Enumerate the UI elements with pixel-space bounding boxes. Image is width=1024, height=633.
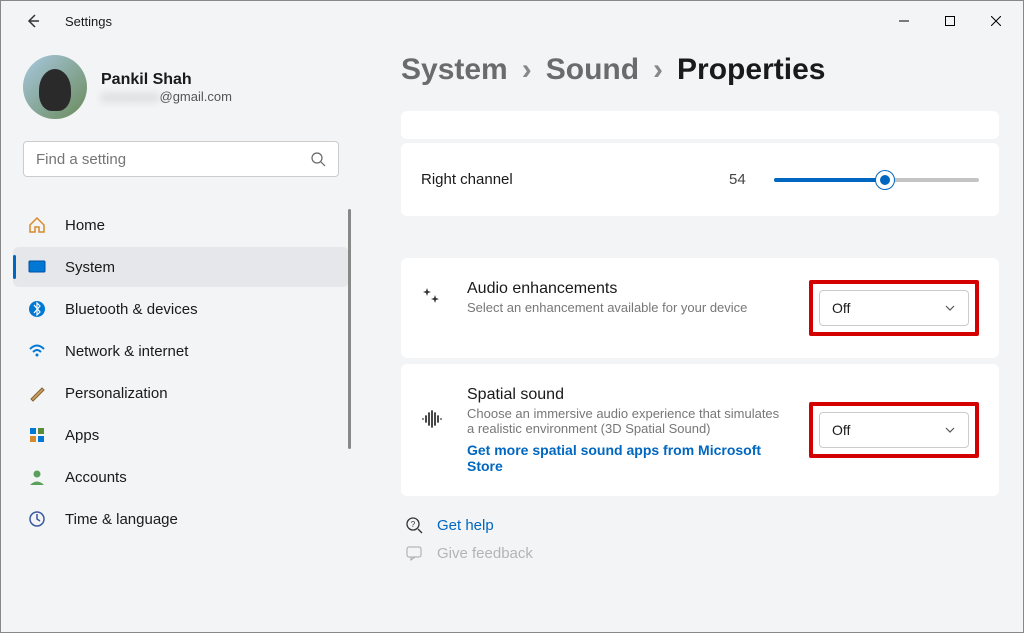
spatial-title: Spatial sound (467, 386, 787, 404)
avatar (23, 55, 87, 119)
nav-label: Time & language (65, 511, 178, 528)
nav-personalization[interactable]: Personalization (13, 373, 349, 413)
audio-enh-dropdown[interactable]: Off (819, 290, 969, 326)
channel-slider[interactable] (774, 178, 979, 182)
channel-card-top (401, 111, 999, 139)
clock-globe-icon (27, 509, 47, 529)
nav-apps[interactable]: Apps (13, 415, 349, 455)
window-title: Settings (65, 14, 112, 29)
maximize-icon (945, 16, 955, 26)
channel-label: Right channel (421, 171, 701, 188)
profile-name: Pankil Shah (101, 71, 232, 89)
channel-card: Right channel 54 (401, 143, 999, 216)
highlight-annotation: Off (809, 280, 979, 336)
give-feedback-link[interactable]: Give feedback (401, 538, 999, 568)
highlight-annotation: Off (809, 402, 979, 458)
nav: Home System Bluetooth & devices Network … (13, 205, 349, 539)
get-help-link[interactable]: ? Get help (401, 502, 999, 538)
help-label: Get help (437, 517, 494, 534)
apps-icon (27, 425, 47, 445)
spatial-desc: Choose an immersive audio experience tha… (467, 406, 787, 436)
breadcrumb-middle[interactable]: Sound (546, 53, 639, 87)
nav-label: System (65, 259, 115, 276)
audio-enh-title: Audio enhancements (467, 280, 787, 298)
search-input[interactable] (36, 151, 310, 168)
chevron-right-icon: › (522, 53, 532, 87)
nav-bluetooth[interactable]: Bluetooth & devices (13, 289, 349, 329)
chevron-down-icon (944, 302, 956, 314)
feedback-label: Give feedback (437, 545, 533, 562)
feedback-icon (405, 544, 423, 562)
profile-block[interactable]: Pankil Shah xxxxxxxxx@gmail.com (13, 41, 349, 141)
channel-value: 54 (729, 171, 746, 188)
bluetooth-icon (27, 299, 47, 319)
home-icon (27, 215, 47, 235)
breadcrumb-current: Properties (677, 53, 825, 87)
nav-label: Bluetooth & devices (65, 301, 198, 318)
chevron-right-icon: › (653, 53, 663, 87)
breadcrumb-root[interactable]: System (401, 53, 508, 87)
chevron-down-icon (944, 424, 956, 436)
nav-label: Network & internet (65, 343, 188, 360)
maximize-button[interactable] (927, 5, 973, 37)
back-button[interactable] (21, 9, 45, 33)
spatial-dropdown[interactable]: Off (819, 412, 969, 448)
titlebar: Settings (1, 1, 1023, 41)
minimize-button[interactable] (881, 5, 927, 37)
sidebar: Pankil Shah xxxxxxxxx@gmail.com Home Sys… (1, 41, 361, 632)
person-icon (27, 467, 47, 487)
search-icon (310, 151, 326, 167)
nav-label: Apps (65, 427, 99, 444)
system-icon (27, 257, 47, 277)
brush-icon (27, 383, 47, 403)
close-button[interactable] (973, 5, 1019, 37)
close-icon (991, 16, 1001, 26)
nav-home[interactable]: Home (13, 205, 349, 245)
right-channel-row: Right channel 54 (421, 161, 979, 198)
nav-time-language[interactable]: Time & language (13, 499, 349, 539)
profile-email: xxxxxxxxx@gmail.com (101, 89, 232, 104)
nav-label: Home (65, 217, 105, 234)
nav-accounts[interactable]: Accounts (13, 457, 349, 497)
help-icon: ? (405, 516, 423, 534)
dropdown-value: Off (832, 422, 850, 438)
nav-network[interactable]: Network & internet (13, 331, 349, 371)
nav-system[interactable]: System (13, 247, 349, 287)
spatial-sound-card: Spatial sound Choose an immersive audio … (401, 364, 999, 496)
arrow-left-icon (25, 13, 41, 29)
wifi-icon (27, 341, 47, 361)
svg-text:?: ? (411, 520, 416, 529)
nav-label: Accounts (65, 469, 127, 486)
search-input-wrapper[interactable] (23, 141, 339, 177)
soundwave-icon (421, 386, 445, 428)
main-content: System › Sound › Properties Right channe… (361, 41, 1023, 632)
minimize-icon (899, 16, 909, 26)
spatial-store-link[interactable]: Get more spatial sound apps from Microso… (467, 442, 787, 474)
sparkle-icon (421, 280, 445, 306)
nav-label: Personalization (65, 385, 168, 402)
audio-enh-desc: Select an enhancement available for your… (467, 300, 787, 315)
audio-enhancements-card: Audio enhancements Select an enhancement… (401, 258, 999, 358)
breadcrumb: System › Sound › Properties (401, 41, 999, 111)
dropdown-value: Off (832, 300, 850, 316)
